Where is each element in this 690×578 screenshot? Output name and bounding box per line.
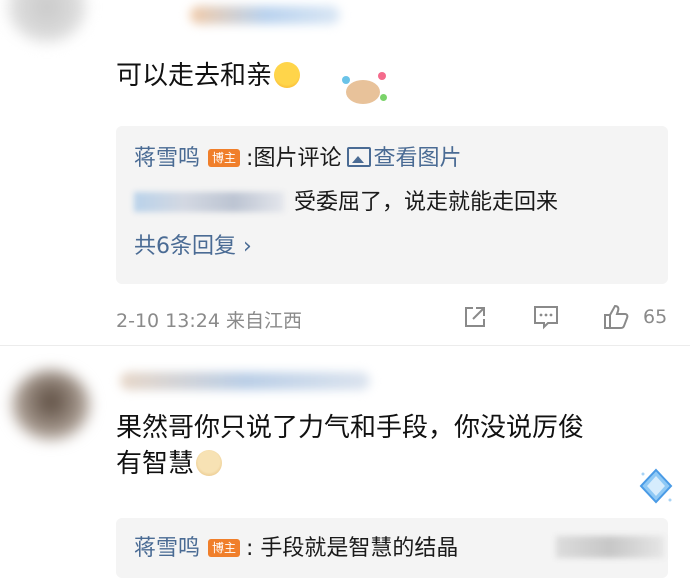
view-image-link[interactable]: 查看图片 (373, 146, 461, 171)
username[interactable] (120, 372, 370, 390)
blogger-badge: 博主 (208, 149, 241, 167)
picture-icon (347, 147, 372, 167)
reply-box[interactable]: 蒋雪鸣 博主 :图片评论 查看图片 受委屈了，说走就能走回来 共6条回复 › (116, 126, 668, 284)
avatar[interactable] (8, 0, 86, 42)
timestamp: 2-10 13:24 来自江西 (116, 310, 302, 332)
reply-line: 蒋雪鸣 博主 :图片评论 查看图片 (134, 144, 461, 174)
diamond-badge-icon (639, 468, 673, 504)
thumb-up-icon[interactable] (601, 302, 631, 332)
blogger-badge: 博主 (208, 539, 241, 557)
doge-emoji-icon (196, 450, 223, 476)
watermark (556, 536, 664, 558)
more-replies-link[interactable]: 共6条回复 › (134, 232, 252, 262)
reply-text: :图片评论 (246, 146, 342, 171)
reply-text: : 手段就是智慧的结晶 (246, 536, 459, 561)
share-icon[interactable] (462, 304, 488, 330)
location: 来自江西 (225, 310, 302, 332)
comment-item: 果然哥你只说了力气和手段，你没说厉俊 有智慧 蒋雪鸣 博主 : 手段就是智慧的结晶 (0, 346, 690, 578)
username[interactable] (190, 6, 340, 24)
reply-author[interactable]: 蒋雪鸣 (134, 536, 200, 561)
avatar[interactable] (12, 370, 90, 440)
comment-text: 果然哥你只说了力气和手段，你没说厉俊 有智慧 (116, 413, 585, 479)
laughing-emoji-icon (274, 62, 301, 88)
comment-icon[interactable] (532, 304, 560, 330)
sub-reply-line: 受委屈了，说走就能走回来 (134, 188, 558, 218)
reply-author[interactable]: 蒋雪鸣 (134, 146, 200, 171)
comment-meta: 2-10 13:24 来自江西 65 (116, 302, 676, 332)
sub-reply-text: 受委屈了，说走就能走回来 (294, 190, 559, 215)
like-count: 65 (643, 306, 668, 328)
comment-text: 可以走去和亲 (116, 58, 301, 94)
sticker-icon (340, 72, 388, 110)
reply-box[interactable]: 蒋雪鸣 博主 : 手段就是智慧的结晶 (116, 518, 668, 578)
reply-line: 蒋雪鸣 博主 : 手段就是智慧的结晶 (134, 534, 458, 564)
blurred-username[interactable] (134, 192, 284, 212)
comment-item: 可以走去和亲 蒋雪鸣 博主 :图片评论 查看图片 受委屈了，说走就能走回来 共6条回复… (0, 0, 690, 345)
